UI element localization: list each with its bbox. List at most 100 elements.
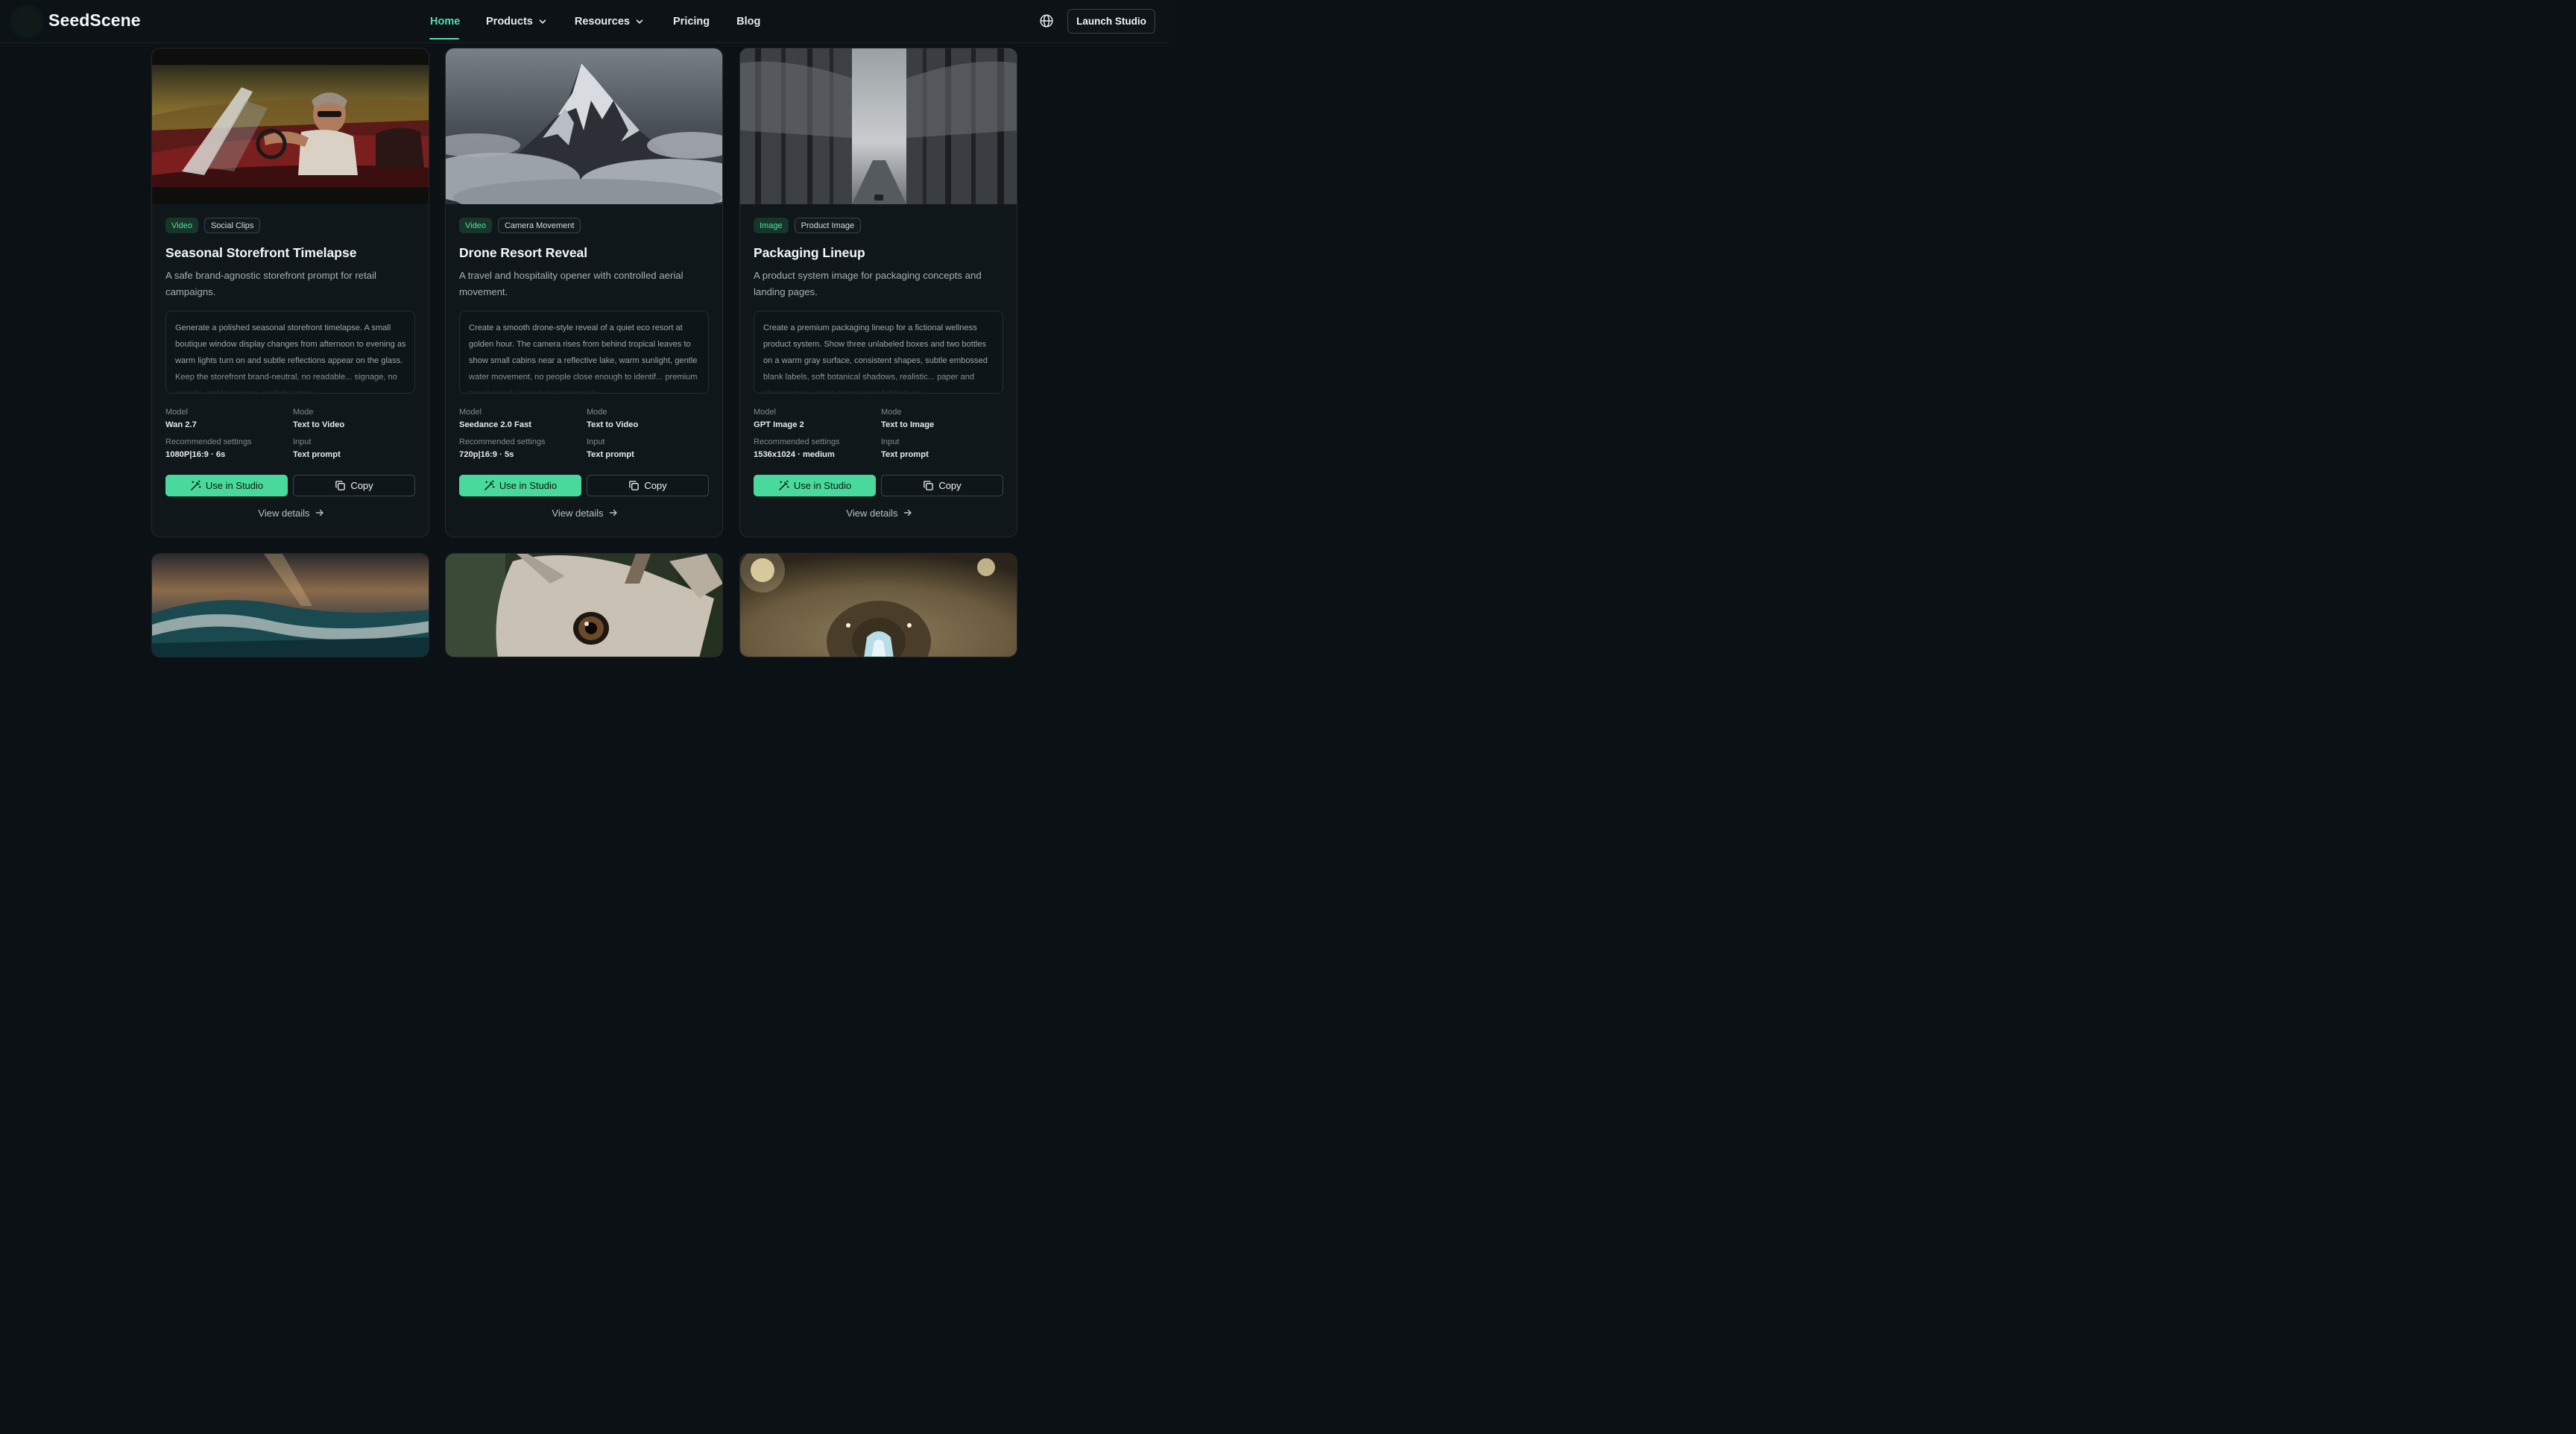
copy-button[interactable]: Copy xyxy=(587,475,709,496)
chevron-down-icon xyxy=(539,19,546,24)
mode-value: Text to Video xyxy=(293,420,345,429)
mode-label: Mode xyxy=(587,408,607,417)
thumbnail-image[interactable] xyxy=(740,554,1017,657)
magic-wand-icon xyxy=(778,480,789,490)
settings-label: Recommended settings xyxy=(754,438,840,446)
arrow-right-icon xyxy=(903,509,912,517)
card-description: A safe brand-agnostic storefront prompt … xyxy=(165,270,376,297)
ocean-wave-photo xyxy=(152,554,429,657)
thumbnail-image[interactable] xyxy=(740,48,1017,204)
nav-products[interactable]: Products xyxy=(486,0,546,43)
copy-label: Copy xyxy=(644,480,667,491)
globe-icon[interactable] xyxy=(1039,13,1054,28)
nav-home[interactable]: Home xyxy=(429,0,460,43)
prompt-preview: Create a premium packaging lineup for a … xyxy=(754,311,1003,394)
model-label: Model xyxy=(165,408,188,417)
nav-resources-label: Resources xyxy=(574,16,630,28)
settings-value: 720p|16:9 · 5s xyxy=(459,450,514,459)
model-label: Model xyxy=(754,408,776,417)
input-info: Input Text prompt xyxy=(293,438,341,459)
prompt-card xyxy=(151,553,429,657)
copy-label: Copy xyxy=(938,480,962,491)
mode-value: Text to Video xyxy=(587,420,639,429)
nav-blog-label: Blog xyxy=(736,16,761,28)
use-label: Use in Studio xyxy=(793,480,852,491)
copy-icon xyxy=(629,481,640,490)
model-info: Model GPT Image 2 xyxy=(754,408,804,429)
mode-info: Mode Text to Video xyxy=(587,408,638,429)
input-value: Text prompt xyxy=(587,450,634,459)
input-label: Input xyxy=(587,438,605,446)
view-details-link[interactable]: View details xyxy=(446,505,722,520)
card-title[interactable]: Seasonal Storefront Timelapse xyxy=(165,245,356,261)
input-info: Input Text prompt xyxy=(881,438,929,459)
prompt-fade xyxy=(754,373,1003,393)
logo-icon[interactable] xyxy=(13,8,40,35)
nav-blog[interactable]: Blog xyxy=(736,0,760,43)
model-label: Model xyxy=(459,408,482,417)
nav-pricing[interactable]: Pricing xyxy=(673,0,710,43)
nav-resources[interactable]: Resources xyxy=(575,0,643,43)
kind-tag[interactable]: Video xyxy=(165,218,198,233)
category-tag[interactable]: Product Image xyxy=(794,218,862,233)
model-value: GPT Image 2 xyxy=(754,420,804,429)
nav-products-label: Products xyxy=(486,16,533,28)
input-value: Text prompt xyxy=(293,450,341,459)
card-description: A travel and hospitality opener with con… xyxy=(459,270,684,297)
copy-button[interactable]: Copy xyxy=(881,475,1003,496)
input-info: Input Text prompt xyxy=(587,438,634,459)
thumbnail-image[interactable] xyxy=(152,554,429,657)
view-details-link[interactable]: View details xyxy=(740,505,1017,520)
prompt-card: Image Product Image Packaging Lineup A p… xyxy=(739,48,1017,537)
settings-value: 1080P|16:9 · 6s xyxy=(165,450,226,459)
main-nav: Home Products Resources Pricing Blog xyxy=(429,0,760,43)
launch-studio-button[interactable]: Launch Studio xyxy=(1067,9,1155,34)
prompt-preview: Create a smooth drone-style reveal of a … xyxy=(459,311,709,394)
input-label: Input xyxy=(881,438,900,446)
mode-info: Mode Text to Image xyxy=(881,408,934,429)
model-value: Seedance 2.0 Fast xyxy=(459,420,532,429)
antelope-closeup-photo xyxy=(446,554,722,657)
prompt-fade xyxy=(460,373,708,393)
copy-icon xyxy=(335,481,346,490)
tag-list: Image Product Image xyxy=(754,218,862,233)
prompt-card: Video Social Clips Seasonal Storefront T… xyxy=(151,48,429,537)
card-title[interactable]: Drone Resort Reveal xyxy=(459,245,587,261)
use-in-studio-button[interactable]: Use in Studio xyxy=(165,475,288,496)
tag-list: Video Social Clips xyxy=(165,218,261,233)
use-in-studio-button[interactable]: Use in Studio xyxy=(459,475,581,496)
model-info: Model Seedance 2.0 Fast xyxy=(459,408,531,429)
input-value: Text prompt xyxy=(881,450,929,459)
kind-tag[interactable]: Video xyxy=(459,218,492,233)
thumbnail-image[interactable] xyxy=(152,48,429,204)
tunnel-photo xyxy=(740,554,1017,657)
mode-label: Mode xyxy=(881,408,902,417)
card-title[interactable]: Packaging Lineup xyxy=(754,245,865,261)
copy-label: Copy xyxy=(350,480,373,491)
magic-wand-icon xyxy=(190,480,201,490)
tag-list: Video Camera Movement xyxy=(459,218,581,233)
forest-road-photo xyxy=(740,48,1017,204)
thumbnail-image[interactable] xyxy=(446,48,722,204)
settings-label: Recommended settings xyxy=(165,438,252,446)
view-details-label: View details xyxy=(258,507,310,519)
magic-wand-icon xyxy=(484,480,495,490)
mode-info: Mode Text to Video xyxy=(293,408,344,429)
category-tag[interactable]: Camera Movement xyxy=(497,218,581,233)
thumbnail-image[interactable] xyxy=(446,554,722,657)
kind-tag[interactable]: Image xyxy=(754,218,789,233)
logo-text[interactable]: SeedScene xyxy=(48,10,141,31)
chevron-down-icon xyxy=(636,19,643,24)
use-in-studio-button[interactable]: Use in Studio xyxy=(754,475,876,496)
prompt-card: Video Camera Movement Drone Resort Revea… xyxy=(445,48,723,537)
view-details-label: View details xyxy=(846,507,898,519)
prompt-fade xyxy=(166,373,414,393)
category-tag[interactable]: Social Clips xyxy=(203,218,261,233)
arrow-right-icon xyxy=(315,509,323,517)
use-label: Use in Studio xyxy=(499,480,558,491)
view-details-link[interactable]: View details xyxy=(152,505,429,520)
copy-icon xyxy=(924,481,934,490)
copy-button[interactable]: Copy xyxy=(293,475,415,496)
use-label: Use in Studio xyxy=(205,480,264,491)
model-info: Model Wan 2.7 xyxy=(165,408,197,429)
